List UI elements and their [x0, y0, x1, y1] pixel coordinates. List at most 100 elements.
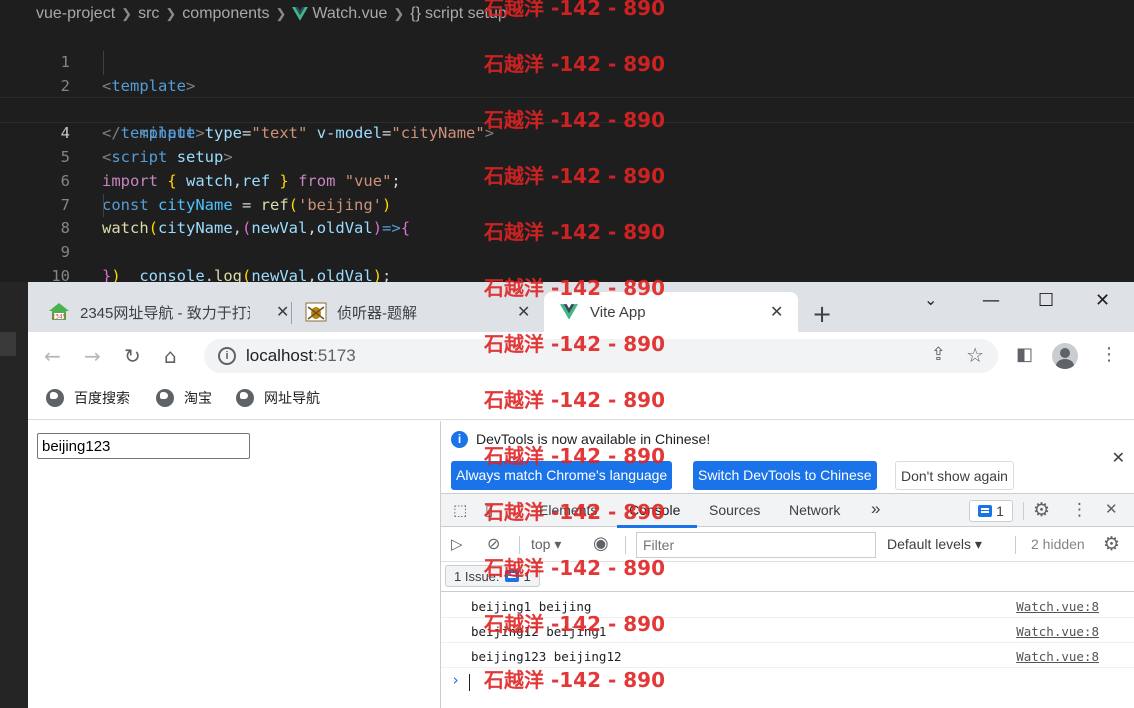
2345-icon: 2345 [48, 301, 70, 323]
device-toolbar-icon[interactable]: ▯ [485, 501, 493, 519]
close-icon[interactable]: ✕ [770, 302, 783, 322]
devtools-tabbar: ⬚ ▯ Elements Console Sources Network » 1… [441, 493, 1134, 528]
always-match-language-button[interactable]: Always match Chrome's language [451, 461, 673, 490]
clear-console-icon[interactable]: ⊘ [487, 534, 500, 553]
close-icon[interactable]: ✕ [517, 302, 530, 322]
code-line: 7 watch(cityName,(newVal,oldVal)=>{ [0, 170, 1134, 238]
new-tab-button[interactable]: + [812, 300, 832, 328]
vite-icon [558, 301, 580, 323]
issues-row: 1 Issue: 1 [441, 562, 1134, 592]
code-lines[interactable]: 1 <template> 2 <input type="text" v-mode… [0, 27, 1134, 309]
console-toolbar: ▷ ⊘ top ▾ ◉ Default levels ▾ 2 hidden ⚙ [441, 528, 1134, 562]
console-log-list: beijing1 beijing Watch.vue:8 beijing12 b… [441, 593, 1134, 668]
console-message: beijing12 beijing1 Watch.vue:8 [441, 618, 1134, 643]
svg-text:2345: 2345 [51, 314, 66, 321]
bug-icon [305, 301, 327, 323]
tab-sources[interactable]: Sources [709, 502, 760, 518]
globe-icon [236, 389, 254, 407]
inspect-element-icon[interactable]: ⬚ [453, 501, 467, 519]
source-link[interactable]: Watch.vue:8 [1016, 599, 1099, 614]
share-icon[interactable]: ⇪ [931, 344, 946, 365]
log-levels-dropdown[interactable]: Default levels ▾ [887, 536, 982, 553]
forward-arrow-icon[interactable]: → [84, 344, 101, 368]
address-bar[interactable]: i localhost:5173 ⇪ ☆ [204, 339, 998, 373]
eye-icon[interactable]: ◉ [593, 533, 609, 554]
tab-vite-app[interactable]: Vite App ✕ [544, 292, 798, 332]
issues-chip[interactable]: 1 Issue: 1 [445, 565, 540, 587]
bookmark-taobao[interactable]: 淘宝 [156, 388, 212, 408]
tab-console[interactable]: Console [629, 502, 680, 518]
info-icon[interactable]: i [218, 347, 236, 365]
chevron-right-icon: ❯ [393, 6, 405, 21]
bookmark-baidu[interactable]: 百度搜索 [46, 388, 130, 408]
side-panel-icon[interactable]: ◧ [1016, 344, 1033, 365]
tab-listener[interactable]: 侦听器-题解 ✕ [305, 292, 537, 332]
console-message: beijing1 beijing Watch.vue:8 [441, 593, 1134, 618]
console-prompt-chevron-icon: › [451, 671, 461, 689]
more-tabs-icon[interactable]: » [871, 499, 880, 519]
globe-icon [156, 389, 174, 407]
breadcrumb-item-file[interactable]: Watch.vue [312, 5, 387, 23]
breadcrumb-item-components[interactable]: components [182, 5, 269, 23]
close-devtools-icon[interactable]: ✕ [1105, 500, 1118, 518]
console-settings-icon[interactable]: ⚙ [1103, 533, 1120, 555]
maximize-button[interactable]: ☐ [1038, 290, 1054, 311]
chat-icon [504, 570, 519, 582]
home-icon[interactable]: ⌂ [164, 344, 177, 368]
browser-toolbar: ← → ↻ ⌂ i localhost:5173 ⇪ ☆ ◧ ⋮ [28, 332, 1134, 380]
code-line-current: 4 <script setup> [0, 97, 1134, 166]
context-selector[interactable]: top ▾ [531, 536, 561, 553]
chevron-right-icon: ❯ [165, 6, 177, 21]
tab-network[interactable]: Network [789, 502, 840, 518]
breadcrumb: vue-project ❯ src ❯ components ❯ Watch.v… [0, 0, 507, 28]
more-vert-icon[interactable]: ⋮ [1100, 344, 1118, 365]
code-line: 3 </template> [0, 75, 1134, 142]
breadcrumb-item-src[interactable]: src [138, 5, 159, 23]
code-line: 10 </script> [0, 241, 1134, 309]
source-link[interactable]: Watch.vue:8 [1016, 624, 1099, 639]
star-icon[interactable]: ☆ [966, 343, 984, 367]
vue-icon [292, 7, 309, 21]
activity-bar-edge [0, 282, 28, 708]
back-arrow-icon[interactable]: ← [44, 344, 61, 368]
chat-icon [978, 505, 993, 517]
breadcrumb-item-symbol[interactable]: script setup [425, 5, 507, 23]
more-vert-icon[interactable]: ⋮ [1071, 500, 1088, 520]
sidebar-toggle-icon[interactable]: ▷ [451, 535, 463, 553]
code-line: 6 const cityName = ref('beijing') [0, 146, 1134, 214]
close-icon[interactable]: ✕ [276, 302, 289, 322]
console-filter-input[interactable] [636, 532, 876, 558]
issues-badge[interactable]: 1 [969, 500, 1013, 522]
tab-2345[interactable]: 2345 2345网址导航 - 致力于打造 ✕ [48, 292, 289, 332]
bookmarks-bar: 百度搜索 淘宝 网址导航 [28, 380, 1134, 420]
tab-elements[interactable]: Elements [539, 502, 597, 518]
braces-icon: {} [410, 5, 421, 22]
switch-to-chinese-button[interactable]: Switch DevTools to Chinese [693, 461, 877, 490]
reload-icon[interactable]: ↻ [124, 344, 141, 368]
dont-show-again-button[interactable]: Don't show again [895, 461, 1014, 490]
close-window-button[interactable]: ✕ [1095, 290, 1110, 311]
breadcrumb-item-project[interactable]: vue-project [36, 5, 115, 23]
info-icon: i [451, 431, 468, 448]
chevron-right-icon: ❯ [121, 6, 133, 21]
url-text[interactable]: localhost:5173 [246, 346, 356, 366]
source-link[interactable]: Watch.vue:8 [1016, 649, 1099, 664]
code-line: 8 console.log(newVal,oldVal); [0, 193, 1134, 285]
bookmark-nav[interactable]: 网址导航 [236, 388, 320, 408]
code-line: 1 <template> [0, 27, 1134, 95]
tab-strip: 2345 2345网址导航 - 致力于打造 ✕ 侦听器-题解 ✕ Vite Ap… [28, 282, 1134, 332]
minimize-button[interactable]: — [982, 290, 1000, 311]
info-message: DevTools is now available in Chinese! [476, 431, 711, 447]
gear-icon[interactable]: ⚙ [1033, 499, 1050, 521]
code-line: 5 import { watch,ref } from "vue"; [0, 122, 1134, 190]
tab-search-icon[interactable]: ⌄ [924, 290, 937, 309]
avatar[interactable] [1052, 343, 1078, 369]
globe-icon [46, 389, 64, 407]
code-line: 2 <input type="text" v-model="cityName"> [0, 50, 1134, 142]
city-name-input[interactable] [37, 433, 250, 459]
console-input-caret[interactable] [469, 674, 470, 691]
code-editor[interactable]: vue-project ❯ src ❯ components ❯ Watch.v… [0, 0, 1134, 309]
close-icon[interactable]: ✕ [1112, 448, 1125, 467]
console-message: beijing123 beijing12 Watch.vue:8 [441, 643, 1134, 668]
devtools-infobar: i DevTools is now available in Chinese! … [441, 421, 1134, 491]
